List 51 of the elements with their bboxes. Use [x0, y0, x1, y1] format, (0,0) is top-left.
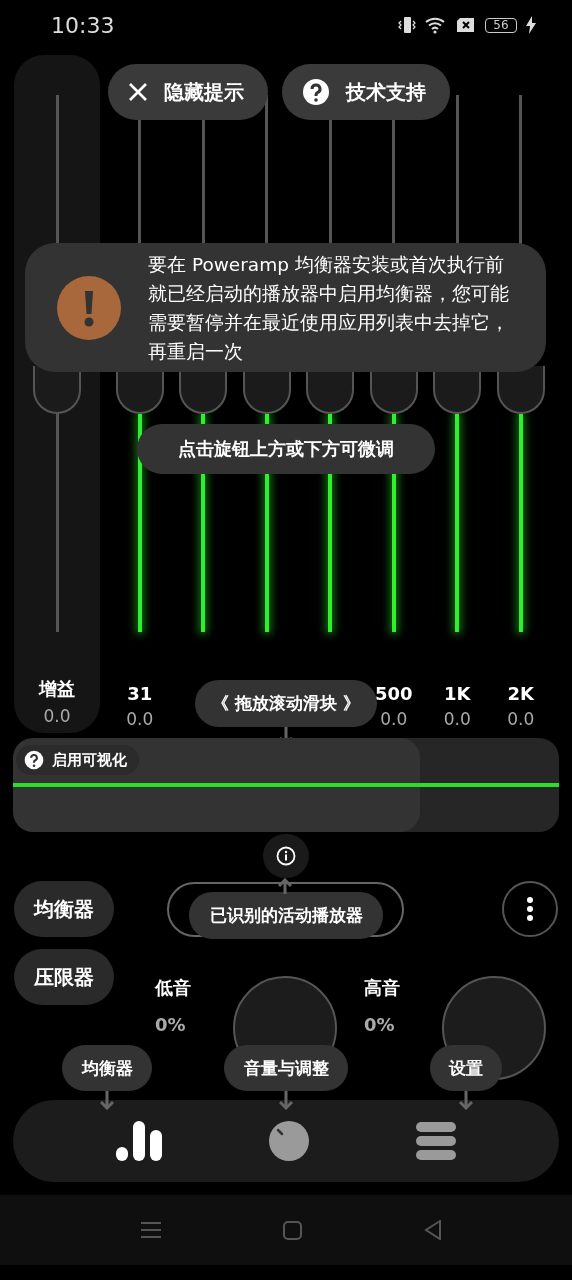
help-icon — [24, 750, 44, 770]
vibrate-icon — [398, 16, 416, 34]
hint-tooltip: 音量与调整 — [224, 1045, 348, 1091]
nav-tab[interactable] — [269, 1121, 309, 1161]
help-icon — [302, 78, 330, 106]
tone-value: 0% — [155, 1014, 187, 1035]
band-value: 0.0 — [507, 709, 535, 729]
battery-icon: 56 — [485, 17, 517, 33]
band-frequency: 500 — [374, 683, 413, 704]
band-value: 0.0 — [380, 709, 408, 729]
tone-label: 高音 — [364, 976, 401, 1000]
info-icon[interactable] — [263, 834, 309, 878]
more-menu-button[interactable] — [502, 881, 558, 937]
equalizer-icon — [116, 1121, 163, 1161]
hint-tooltip: 均衡器 — [62, 1045, 152, 1091]
menu-icon — [415, 1122, 456, 1160]
hint-tooltip: 点击旋钮上方或下方可微调 — [137, 424, 435, 474]
mode-button[interactable]: 均衡器 — [14, 881, 114, 937]
sim-icon — [456, 17, 476, 33]
hint-tooltip: 设置 — [430, 1045, 502, 1091]
nav-tab[interactable] — [116, 1121, 163, 1161]
close-icon — [128, 82, 148, 102]
pointer-arrow — [459, 1091, 473, 1110]
knob-icon — [269, 1121, 309, 1161]
warning-icon — [57, 275, 121, 340]
hint-button[interactable]: 技术支持 — [282, 64, 450, 120]
visualizer-toggle[interactable]: 启用可视化 — [16, 745, 139, 775]
hint-button[interactable]: 隐藏提示 — [108, 64, 268, 120]
more-icon — [526, 896, 534, 922]
band-value: 0.0 — [126, 709, 154, 729]
band-frequency: 2K — [507, 683, 534, 704]
gain-label: 增益 — [39, 677, 75, 701]
hint-tooltip: 《 拖放滚动滑块 》 — [195, 680, 377, 727]
back-icon[interactable] — [424, 1220, 442, 1240]
band-frequency: 31 — [127, 683, 153, 704]
band-frequency: 1K — [444, 683, 471, 704]
recents-icon[interactable] — [141, 1221, 161, 1239]
charging-icon — [526, 16, 536, 34]
band-value: 0.0 — [443, 709, 471, 729]
nav-tab[interactable] — [415, 1122, 456, 1160]
mode-button[interactable]: 压限器 — [14, 949, 114, 1005]
tone-value: 0% — [364, 1014, 396, 1035]
gain-value: 0.0 — [43, 706, 71, 726]
clock: 10:33 — [51, 12, 115, 38]
tone-label: 低音 — [155, 976, 192, 1000]
pointer-arrow — [279, 1091, 293, 1110]
home-icon[interactable] — [283, 1220, 302, 1240]
wifi-icon — [425, 16, 447, 34]
notice-text: 要在 Poweramp 均衡器安装或首次执行前就已经启动的播放器中启用均衡器，您可能需要暂停并在最近使用应用列表中去掉它，再重启一次 — [148, 252, 510, 364]
hint-tooltip: 已识别的活动播放器 — [189, 892, 383, 939]
pointer-arrow — [100, 1091, 114, 1110]
